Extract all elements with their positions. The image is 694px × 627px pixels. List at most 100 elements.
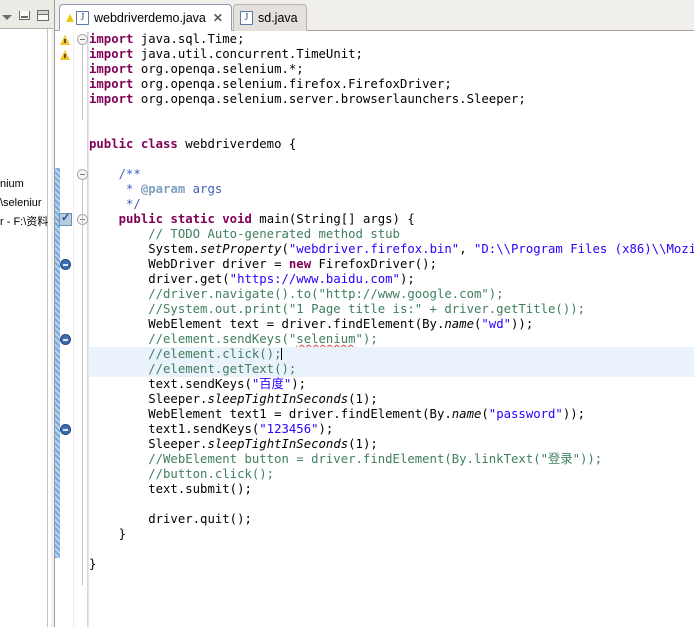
code-line[interactable]: }	[89, 557, 694, 572]
code-line[interactable]: text.sendKeys("百度");	[89, 377, 694, 392]
code-editor[interactable]: import java.sql.Time; import java.util.co…	[89, 32, 694, 627]
code-token: Sleeper.	[89, 392, 208, 406]
code-token: );	[399, 272, 415, 286]
breakpoint-marker-icon[interactable]	[60, 424, 71, 435]
tab-webdriverdemo-java[interactable]: webdriverdemo.java ✕	[59, 4, 232, 31]
code-token: ));	[511, 317, 534, 331]
code-line[interactable]: //element.click();	[89, 347, 694, 362]
tree-item[interactable]: \seleniur	[0, 194, 54, 213]
code-line[interactable]: public static void main(String[] args) {	[89, 212, 694, 227]
code-token: org.openqa.selenium.server.browserlaunch…	[140, 92, 526, 106]
breakpoint-marker-icon[interactable]	[60, 334, 71, 345]
code-line[interactable]: //System.out.print("1 Page title is:" + …	[89, 302, 694, 317]
code-token: text.sendKeys(	[89, 377, 252, 391]
java-file-icon	[76, 10, 89, 25]
code-line[interactable]: Sleeper.sleepTightInSeconds(1);	[89, 392, 694, 407]
code-token: FirefoxDriver();	[318, 257, 437, 271]
code-token: driver.quit();	[89, 512, 252, 526]
tab-sd-java[interactable]: sd.java	[233, 4, 307, 31]
project-tree: nium \seleniur r - F:\资料	[0, 175, 54, 232]
code-line[interactable]: import java.sql.Time;	[89, 32, 694, 47]
code-line[interactable]: //element.getText();	[89, 362, 694, 377]
code-token: //element.getText();	[89, 362, 297, 376]
code-token: System.	[89, 242, 201, 256]
code-line[interactable]: * @param args	[89, 182, 694, 197]
code-token: }	[89, 527, 127, 541]
tree-item[interactable]: r - F:\资料	[0, 213, 54, 232]
code-token: "webdriver.firefox.bin"	[288, 242, 460, 256]
fold-collapse-icon[interactable]	[77, 34, 88, 45]
panel-divider	[47, 29, 48, 627]
code-line[interactable]: import java.util.concurrent.TimeUnit;	[89, 47, 694, 62]
code-line[interactable]	[89, 152, 694, 167]
code-line[interactable]: WebDriver driver = new FirefoxDriver();	[89, 257, 694, 272]
code-token: import	[89, 32, 141, 46]
code-line[interactable]: WebElement text1 = driver.findElement(By…	[89, 407, 694, 422]
code-token: org.openqa.selenium.*;	[140, 62, 304, 76]
code-token: sleepTightInSeconds	[207, 392, 349, 406]
code-line[interactable]: import org.openqa.selenium.firefox.Firef…	[89, 77, 694, 92]
code-token: text.submit();	[89, 482, 252, 496]
close-icon[interactable]: ✕	[213, 11, 223, 25]
task-marker-icon[interactable]	[59, 211, 72, 226]
code-token: sleepTightInSeconds	[207, 437, 349, 451]
maximize-icon[interactable]	[37, 10, 49, 21]
code-token: //element.click();	[89, 347, 282, 361]
code-line[interactable]: */	[89, 197, 694, 212]
warning-marker-icon[interactable]	[59, 48, 72, 61]
folding-gutter[interactable]	[74, 32, 88, 627]
code-token: selenium	[296, 332, 356, 346]
code-line[interactable]: text.submit();	[89, 482, 694, 497]
code-token: org.openqa.selenium.firefox.FirefoxDrive…	[140, 77, 452, 91]
code-token: webdriverdemo {	[185, 137, 297, 151]
code-line[interactable]	[89, 107, 694, 122]
view-menu-icon[interactable]	[2, 14, 12, 20]
fold-collapse-icon[interactable]	[77, 169, 88, 180]
minimize-icon[interactable]	[19, 11, 30, 20]
code-line[interactable]: public class webdriverdemo {	[89, 137, 694, 152]
warning-marker-icon[interactable]	[59, 33, 72, 46]
warning-icon	[66, 12, 75, 23]
code-token: //element.sendKeys("	[89, 332, 297, 346]
code-token: );	[318, 422, 334, 436]
breakpoint-marker-icon[interactable]	[60, 259, 71, 270]
code-token: "wd"	[481, 317, 512, 331]
panel-toolbar	[0, 0, 54, 29]
code-line[interactable]: System.setProperty("webdriver.firefox.bi…	[89, 242, 694, 257]
java-file-icon	[240, 11, 253, 25]
code-token: ");	[355, 332, 378, 346]
code-line[interactable]: //driver.navigate().to("http://www.googl…	[89, 287, 694, 302]
code-line[interactable]	[89, 542, 694, 557]
code-line[interactable]: text1.sendKeys("123456");	[89, 422, 694, 437]
code-line[interactable]: Sleeper.sleepTightInSeconds(1);	[89, 437, 694, 452]
code-line[interactable]: import org.openqa.selenium.*;	[89, 62, 694, 77]
code-line[interactable]: //element.sendKeys("selenium");	[89, 332, 694, 347]
code-token: "D:\\Program Files (x86)\\Mozilla Fi	[474, 242, 694, 256]
code-token: ,	[459, 242, 474, 256]
code-token: "123456"	[259, 422, 319, 436]
code-line[interactable]: //WebElement button = driver.findElement…	[89, 452, 694, 467]
code-line[interactable]: /**	[89, 167, 694, 182]
code-line[interactable]: driver.get("https://www.baidu.com");	[89, 272, 694, 287]
eclipse-window: nium \seleniur r - F:\资料 webdriverdemo.j…	[0, 0, 694, 627]
code-token: WebDriver driver =	[89, 257, 289, 271]
code-token: "password"	[488, 407, 563, 421]
code-line[interactable]: driver.quit();	[89, 512, 694, 527]
code-token: new	[288, 257, 319, 271]
code-token: "百度"	[251, 377, 292, 391]
editor-area: webdriverdemo.java ✕ sd.java import java…	[55, 0, 694, 627]
code-token: main(String[] args) {	[259, 212, 415, 226]
package-explorer-panel: nium \seleniur r - F:\资料	[0, 0, 55, 627]
code-line[interactable]: import org.openqa.selenium.server.browse…	[89, 92, 694, 107]
code-line[interactable]: WebElement text = driver.findElement(By.…	[89, 317, 694, 332]
code-line[interactable]	[89, 497, 694, 512]
tree-item[interactable]: nium	[0, 175, 54, 194]
code-line[interactable]: }	[89, 527, 694, 542]
code-line[interactable]	[89, 122, 694, 137]
fold-connector-line	[82, 225, 83, 585]
code-token: (	[281, 242, 289, 256]
code-token: //driver.navigate().to("http://www.googl…	[89, 287, 504, 301]
code-line[interactable]: // TODO Auto-generated method stub	[89, 227, 694, 242]
code-line[interactable]: //button.click();	[89, 467, 694, 482]
